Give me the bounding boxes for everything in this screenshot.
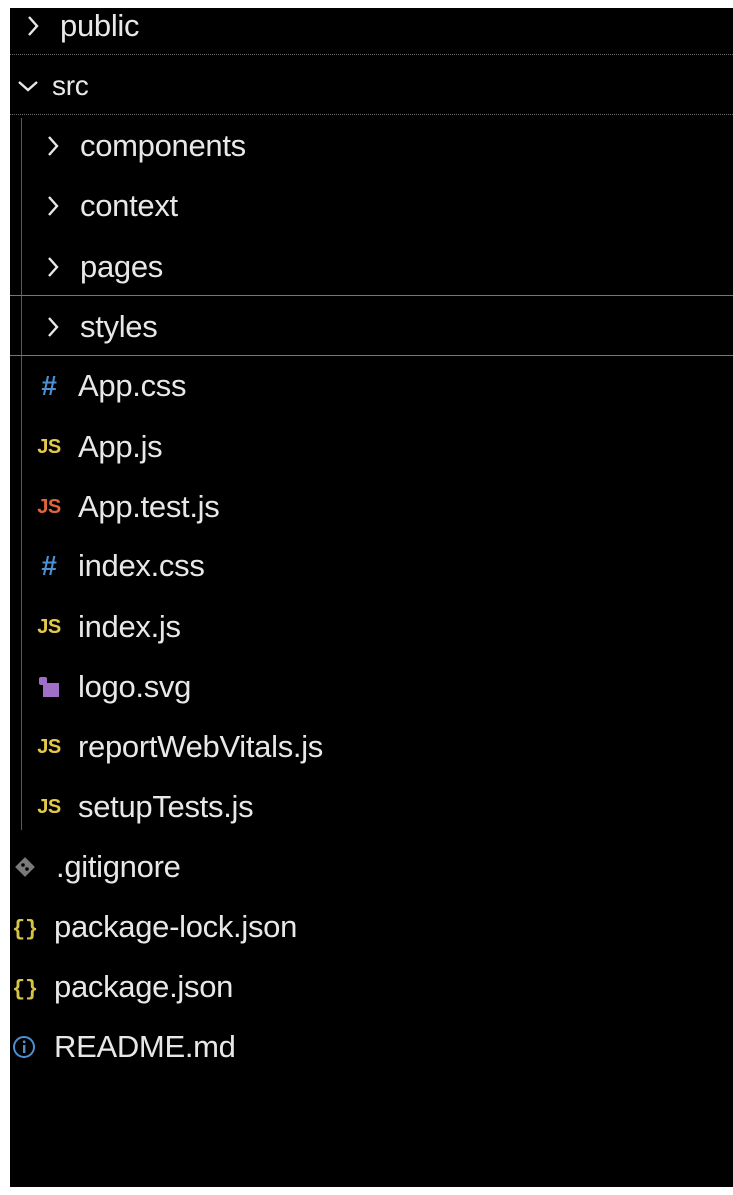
file-index-css[interactable]: # index.css [34, 536, 733, 596]
folder-styles[interactable]: styles [40, 297, 733, 357]
indent-guide [21, 118, 22, 830]
separator [10, 114, 733, 115]
image-icon [34, 675, 64, 699]
file-app-test-js[interactable]: JS App.test.js [34, 477, 733, 537]
file-label: logo.svg [78, 669, 192, 704]
file-setup-tests-js[interactable]: JS setupTests.js [34, 777, 733, 837]
file-label: package-lock.json [54, 909, 298, 944]
folder-label: pages [80, 249, 163, 284]
folder-context[interactable]: context [40, 176, 733, 236]
js-file-icon: JS [37, 795, 61, 818]
file-package-lock-json[interactable]: { } package-lock.json [10, 897, 733, 957]
file-label: README.md [54, 1029, 236, 1064]
js-test-file-icon: JS [37, 495, 61, 518]
file-app-js[interactable]: JS App.js [34, 417, 733, 477]
file-readme-md[interactable]: README.md [10, 1017, 733, 1077]
svg-text:{: { [12, 917, 25, 941]
folder-src[interactable]: src [16, 56, 733, 116]
file-label: index.css [78, 548, 205, 583]
folder-label: context [80, 188, 178, 223]
file-package-json[interactable]: { } package.json [10, 957, 733, 1017]
js-file-icon: JS [37, 435, 61, 458]
info-icon [10, 1035, 38, 1059]
chevron-down-icon [16, 66, 40, 106]
json-file-icon: { } [10, 913, 38, 941]
chevron-right-icon [40, 186, 66, 226]
chevron-right-icon [40, 126, 66, 166]
focus-border-top [10, 295, 733, 296]
file-gitignore[interactable]: .gitignore [12, 837, 733, 897]
chevron-right-icon [40, 307, 66, 347]
folder-label: src [52, 70, 89, 101]
file-app-css[interactable]: # App.css [34, 356, 733, 416]
file-explorer: public src components context pages styl… [10, 8, 733, 1187]
js-file-icon: JS [37, 615, 61, 638]
folder-label: components [80, 128, 246, 163]
file-label: index.js [78, 609, 181, 644]
folder-label: public [60, 8, 140, 43]
file-label: App.css [78, 368, 187, 403]
file-label: App.test.js [78, 489, 220, 524]
svg-text:}: } [25, 917, 38, 941]
json-file-icon: { } [10, 973, 38, 1001]
chevron-right-icon [20, 8, 46, 46]
file-label: App.js [78, 429, 163, 464]
chevron-right-icon [40, 247, 66, 287]
git-icon [12, 856, 38, 878]
folder-pages[interactable]: pages [40, 237, 733, 297]
css-file-icon: # [41, 370, 57, 401]
file-label: package.json [54, 969, 234, 1004]
css-file-icon: # [41, 550, 57, 581]
file-index-js[interactable]: JS index.js [34, 597, 733, 657]
folder-label: styles [80, 309, 158, 344]
file-label: reportWebVitals.js [78, 729, 324, 764]
folder-components[interactable]: components [40, 116, 733, 176]
svg-text:{: { [12, 977, 25, 1001]
file-label: setupTests.js [78, 789, 254, 824]
separator [10, 54, 733, 55]
file-label: .gitignore [56, 849, 181, 884]
file-logo-svg[interactable]: logo.svg [34, 657, 733, 717]
folder-public[interactable]: public [20, 8, 733, 56]
file-report-web-vitals-js[interactable]: JS reportWebVitals.js [34, 717, 733, 777]
svg-text:}: } [25, 977, 38, 1001]
js-file-icon: JS [37, 735, 61, 758]
